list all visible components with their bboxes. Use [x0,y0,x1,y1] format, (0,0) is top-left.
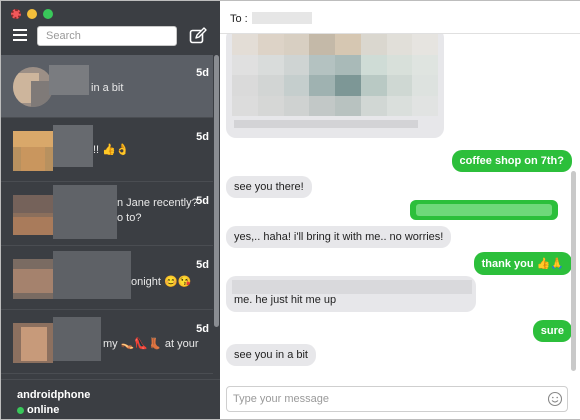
current-user: androidphone online [1,379,220,419]
to-label: To : [230,13,248,25]
message-text: me. he just hit me up [234,294,337,306]
thread-scrollbar[interactable] [571,171,576,371]
minimize-window-button[interactable] [27,9,37,19]
recipient-bar: To : [220,1,580,34]
user-status: online [17,404,59,416]
outgoing-message[interactable]: thank you 👍🙏 [473,252,572,275]
sidebar-toolbar [1,25,220,49]
conversation-date: 5d [196,259,209,271]
conversation-item[interactable]: !! 👍👌 5d [1,119,213,182]
incoming-message[interactable]: see you in a bit [226,344,316,366]
contact-avatar [13,67,53,107]
recipient-redacted[interactable] [252,12,312,24]
compose-icon[interactable] [189,27,207,45]
conversation-item[interactable]: onight 😊😘 5d [1,247,213,310]
user-status-label: online [27,404,60,416]
contact-name-redacted [53,185,117,239]
zoom-window-button[interactable] [43,9,53,19]
image-message[interactable] [226,34,444,138]
conversation-date: 5d [196,131,209,143]
conversation-item[interactable]: my 👡👠👢 at your 5d [1,311,213,374]
incoming-message[interactable]: yes,.. haha! i'll bring it with me.. no … [226,226,452,248]
incoming-message[interactable]: see you there! [226,176,312,198]
emoji-icon[interactable] [547,391,563,407]
outgoing-message-redacted[interactable] [410,200,558,220]
message-snippet: in a bit [91,82,124,94]
user-name: androidphone [17,389,91,401]
conversation-date: 5d [196,195,209,207]
message-snippet: my 👡👠👢 at your [103,338,199,350]
outgoing-message[interactable]: sure [532,320,572,342]
message-snippet: !! 👍👌 [93,144,130,156]
message-snippet-line2: o to? [117,212,142,224]
hamburger-menu-icon[interactable] [13,29,27,41]
message-thread: coffee shop on 7th? see you there! yes,.… [220,34,572,376]
contact-name-redacted [53,125,93,167]
outgoing-message[interactable]: coffee shop on 7th? [451,150,572,172]
message-input[interactable] [227,387,537,411]
messages-window: in a bit 5d !! 👍👌 5d n Jan [0,0,580,420]
contact-avatar [13,323,53,363]
conversation-item[interactable]: in a bit 5d [1,55,213,118]
contact-avatar [13,131,53,171]
online-status-icon [17,406,24,414]
contact-name-redacted [53,317,101,361]
conversation-item[interactable]: n Jane recently? o to? 5d [1,183,213,246]
conversation-date: 5d [196,67,209,79]
conversation-list: in a bit 5d !! 👍👌 5d n Jane recently? o … [1,55,213,379]
message-composer [226,386,568,412]
incoming-message-partial[interactable]: me. he just hit me up [226,276,476,312]
contact-avatar [13,195,53,235]
conversation-pane: To : coffee shop on 7th? see you there! [220,1,580,419]
window-controls [11,9,53,19]
contact-name-redacted [49,65,89,95]
conversation-date: 5d [196,323,209,335]
sidebar-scrollbar[interactable] [214,55,219,327]
contact-name-redacted [53,251,131,299]
message-snippet: onight 😊😘 [131,276,192,288]
sidebar: in a bit 5d !! 👍👌 5d n Jan [1,1,220,419]
search-input[interactable] [37,26,177,46]
contact-avatar [13,259,53,299]
message-snippet: n Jane recently? [117,197,198,209]
close-window-button[interactable] [11,9,21,19]
